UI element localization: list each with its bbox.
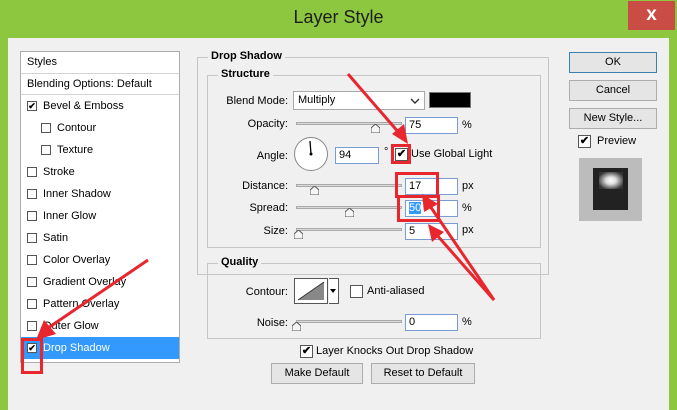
- style-item-checkbox[interactable]: [41, 123, 51, 133]
- style-item-label: Texture: [57, 144, 94, 156]
- contour-label: Contour:: [245, 286, 288, 298]
- opacity-slider-thumb[interactable]: [371, 124, 380, 133]
- contour-dropdown-button[interactable]: [329, 278, 339, 304]
- structure-title: Structure: [218, 68, 273, 80]
- close-button[interactable]: x: [628, 1, 675, 30]
- style-item-checkbox[interactable]: [27, 277, 37, 287]
- style-item[interactable]: Outer Glow: [21, 315, 179, 337]
- reset-to-default-button[interactable]: Reset to Default: [371, 363, 475, 384]
- anti-aliased-label: Anti-aliased: [367, 285, 425, 297]
- distance-unit: px: [462, 180, 474, 192]
- style-item-checkbox[interactable]: [27, 189, 37, 199]
- style-item-checkbox[interactable]: [27, 255, 37, 265]
- style-item[interactable]: Gradient Overlay: [21, 271, 179, 293]
- style-item-checkbox[interactable]: [27, 233, 37, 243]
- make-default-button[interactable]: Make Default: [271, 363, 363, 384]
- style-item[interactable]: Contour: [21, 117, 179, 139]
- noise-label: Noise:: [256, 317, 288, 329]
- size-unit: px: [462, 224, 474, 236]
- style-item-label: Drop Shadow: [43, 342, 110, 354]
- drop-shadow-title: Drop Shadow: [208, 50, 285, 62]
- style-item[interactable]: Texture: [21, 139, 179, 161]
- style-item-label: Gradient Overlay: [43, 276, 127, 288]
- anti-aliased-checkbox[interactable]: [350, 285, 363, 298]
- new-style-button[interactable]: New Style...: [569, 108, 657, 129]
- spread-slider-thumb[interactable]: [344, 208, 354, 217]
- preview-glow: [599, 172, 623, 189]
- preview-checkbox[interactable]: ✔: [578, 135, 591, 148]
- style-item-label: Inner Shadow: [43, 188, 111, 200]
- opacity-input[interactable]: 75: [405, 117, 458, 134]
- style-item[interactable]: Stroke: [21, 161, 179, 183]
- preview-label: Preview: [597, 135, 637, 147]
- noise-unit: %: [462, 316, 472, 328]
- style-item-checkbox[interactable]: [27, 211, 37, 221]
- opacity-slider[interactable]: [296, 122, 402, 125]
- spread-label: Spread:: [249, 202, 288, 214]
- style-item-checkbox[interactable]: [41, 145, 51, 155]
- size-label: Size:: [263, 225, 288, 237]
- style-item-checkbox[interactable]: [27, 321, 37, 331]
- blend-mode-select[interactable]: Multiply: [293, 91, 425, 110]
- size-slider-thumb[interactable]: [293, 230, 303, 239]
- style-item-label: Contour: [57, 122, 97, 134]
- blend-mode-value: Multiply: [298, 94, 336, 106]
- style-item-checkbox[interactable]: ✔: [27, 101, 37, 111]
- shadow-color-swatch[interactable]: [429, 92, 471, 108]
- style-item-checkbox[interactable]: [27, 299, 37, 309]
- style-item-checkbox[interactable]: [27, 167, 37, 177]
- chevron-down-icon: [410, 95, 420, 112]
- noise-input[interactable]: 0: [405, 314, 458, 331]
- style-preview-thumbnail: [579, 158, 642, 221]
- style-item[interactable]: Pattern Overlay: [21, 293, 179, 315]
- angle-dial[interactable]: [294, 137, 328, 171]
- style-item-label: Bevel & Emboss: [43, 100, 124, 112]
- angle-unit: °: [384, 146, 389, 158]
- spread-unit: %: [462, 202, 472, 214]
- contour-preview[interactable]: [294, 278, 328, 304]
- blend-mode-label: Blend Mode:: [226, 95, 288, 107]
- styles-list: Styles Blending Options: Default ✔ Bevel …: [20, 51, 180, 363]
- ok-button[interactable]: OK: [569, 52, 657, 73]
- preview-shape: [593, 168, 628, 210]
- annotation-box-drop-shadow-checkbox: [21, 338, 43, 374]
- size-slider[interactable]: [296, 228, 402, 231]
- title-bar: Layer Style x: [0, 0, 677, 38]
- angle-input[interactable]: 94: [335, 147, 379, 164]
- dialog-body: Styles Blending Options: Default ✔ Bevel …: [8, 38, 669, 410]
- style-item[interactable]: Satin: [21, 227, 179, 249]
- styles-header[interactable]: Styles: [21, 52, 179, 74]
- style-item-label: Color Overlay: [43, 254, 111, 266]
- style-item-label: Outer Glow: [43, 320, 99, 332]
- style-item-label: Inner Glow: [43, 210, 97, 222]
- distance-label: Distance:: [242, 180, 288, 192]
- opacity-unit: %: [462, 119, 472, 131]
- blending-options-item[interactable]: Blending Options: Default: [21, 74, 179, 95]
- noise-slider-thumb[interactable]: [291, 322, 301, 331]
- style-item-label: Satin: [43, 232, 69, 244]
- style-item[interactable]: ✔ Bevel & Emboss: [21, 95, 179, 117]
- annotation-box-spread: [397, 195, 440, 222]
- use-global-light-label: Use Global Light: [411, 148, 493, 160]
- annotation-box-global-light: [391, 144, 411, 164]
- distance-slider-thumb[interactable]: [309, 186, 319, 195]
- angle-label: Angle:: [256, 150, 288, 162]
- window-title: Layer Style: [293, 7, 384, 27]
- layer-knocks-out-label: Layer Knocks Out Drop Shadow: [316, 345, 474, 357]
- style-item-label: Stroke: [43, 166, 75, 178]
- cancel-button[interactable]: Cancel: [569, 80, 657, 101]
- noise-slider[interactable]: [296, 320, 402, 323]
- size-input[interactable]: 5: [405, 223, 458, 240]
- quality-title: Quality: [218, 256, 262, 268]
- style-item[interactable]: Color Overlay: [21, 249, 179, 271]
- layer-knocks-out-checkbox[interactable]: ✔: [300, 345, 313, 358]
- style-item-label: Pattern Overlay: [43, 298, 120, 310]
- style-item[interactable]: Inner Shadow: [21, 183, 179, 205]
- style-item[interactable]: ✔ Drop Shadow: [21, 337, 179, 359]
- style-item[interactable]: Inner Glow: [21, 205, 179, 227]
- opacity-label: Opacity:: [247, 118, 288, 130]
